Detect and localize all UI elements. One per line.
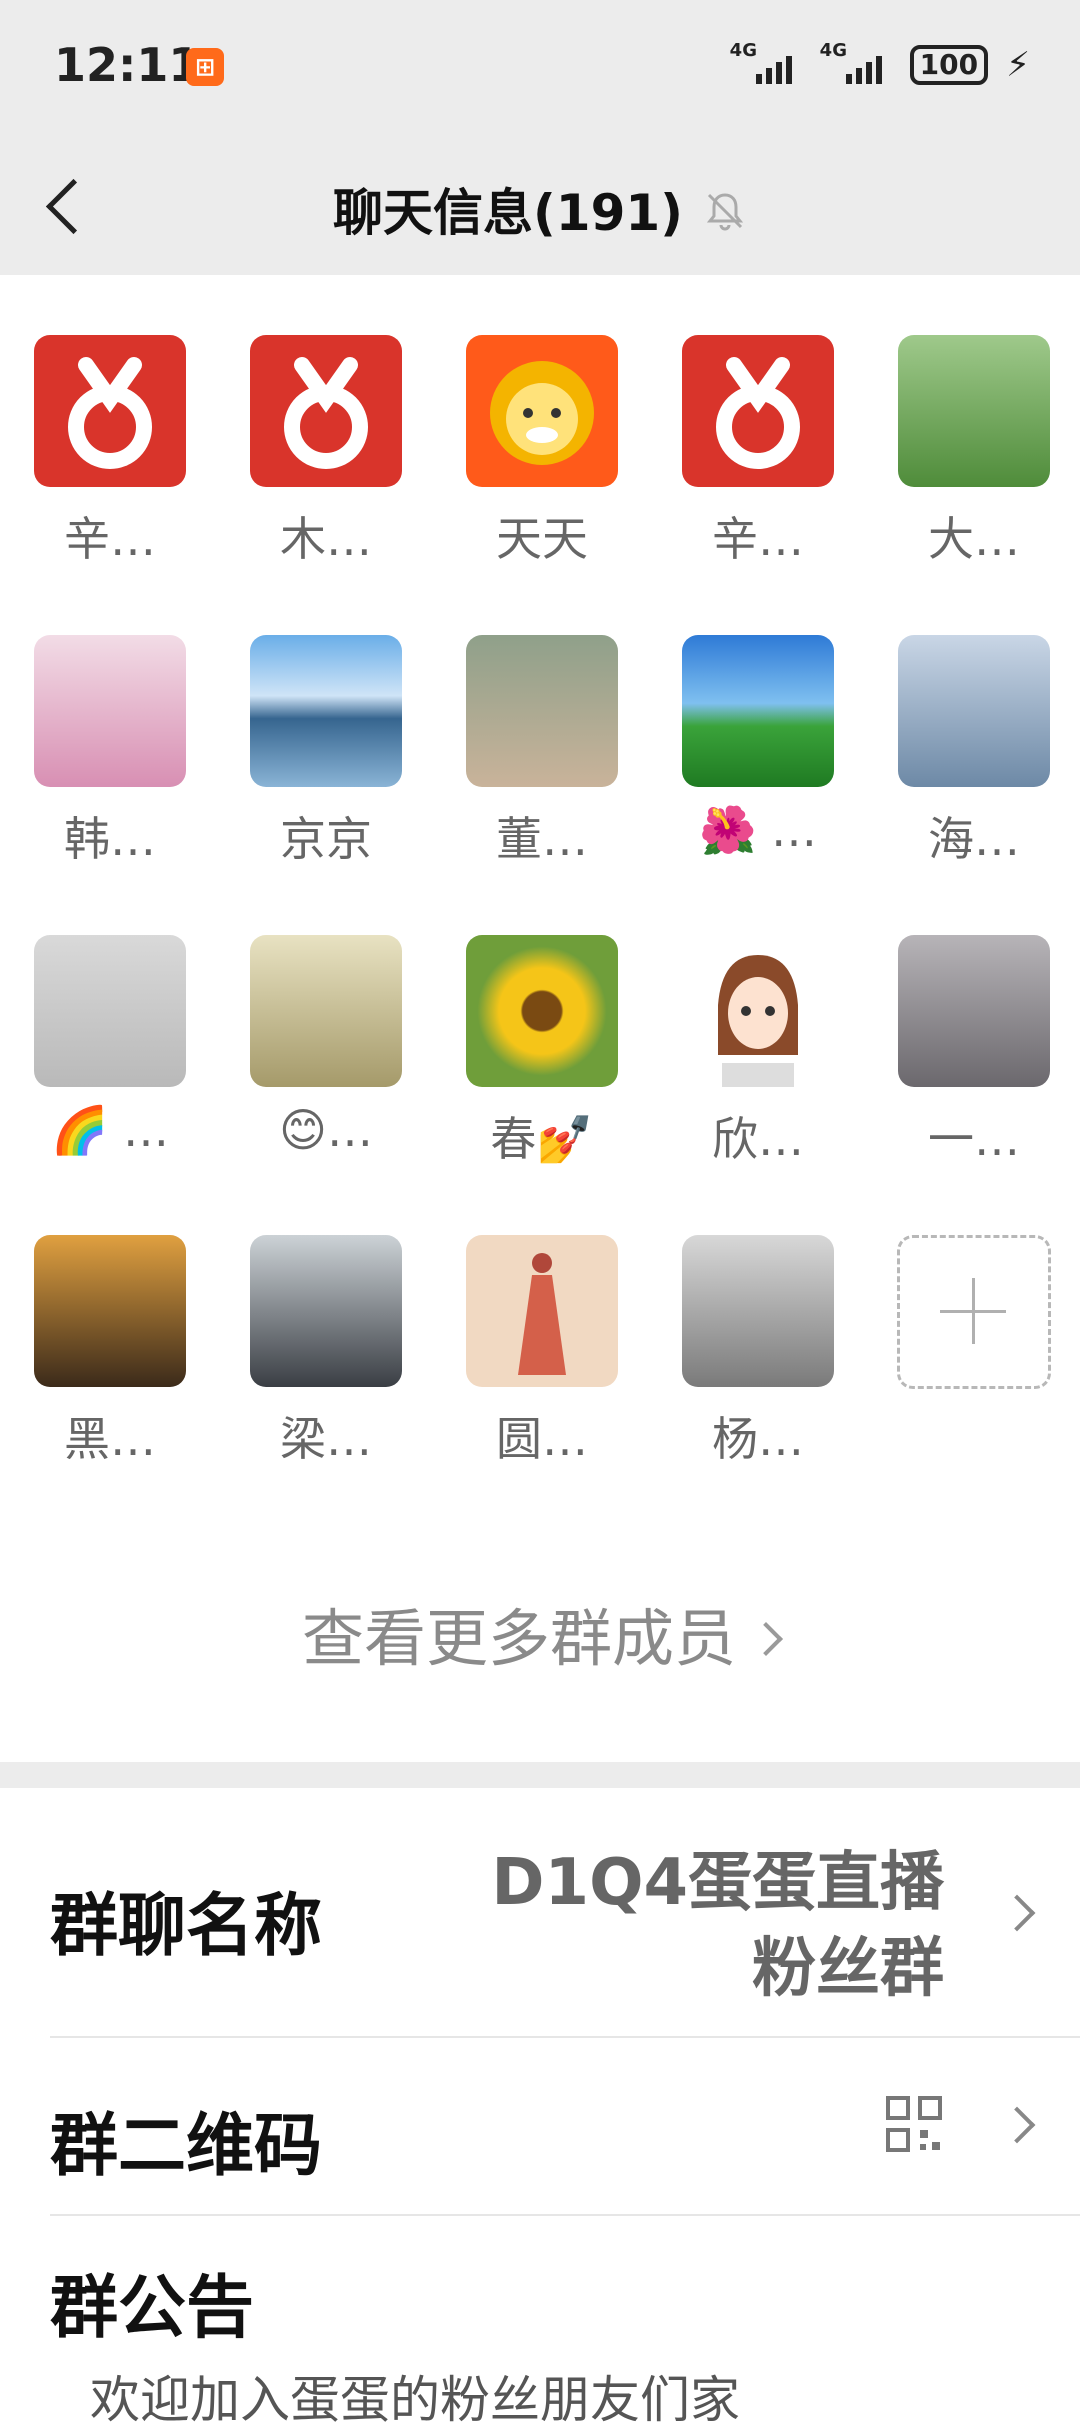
view-more-members-link[interactable]: 查看更多群成员: [0, 1588, 1080, 1678]
member-item[interactable]: 🌈 …: [30, 935, 190, 1158]
member-name: 春💅: [490, 1112, 594, 1166]
member-item[interactable]: 梁…: [246, 1235, 406, 1469]
status-bar: 12:11 ⊞ 4G 4G 100 ⚡: [0, 0, 1080, 135]
avatar: [898, 935, 1050, 1087]
avatar: [898, 335, 1050, 487]
avatar: [466, 935, 618, 1087]
member-name: 杨…: [712, 1412, 804, 1466]
avatar: [34, 1235, 186, 1387]
notification-app-icon: ⊞: [186, 48, 224, 86]
member-name: 韩…: [64, 812, 156, 866]
avatar: [250, 1235, 402, 1387]
avatar: [34, 635, 186, 787]
group-qr-label: 群二维码: [50, 2107, 323, 2186]
group-name-label: 群聊名称: [50, 1887, 323, 1966]
member-item[interactable]: 天天: [462, 335, 622, 569]
group-name-row[interactable]: 群聊名称 D1Q4蛋蛋直播 粉丝群: [50, 1846, 1036, 2006]
battery-icon: 100: [909, 45, 989, 85]
member-item[interactable]: 董…: [462, 635, 622, 869]
member-name: 大…: [928, 512, 1020, 566]
qr-code-icon: [884, 2094, 944, 2154]
avatar: [250, 935, 402, 1087]
member-name: 梁…: [280, 1412, 372, 1466]
member-item[interactable]: 欣…: [678, 935, 838, 1169]
member-name: 木…: [280, 512, 372, 566]
member-item[interactable]: 木…: [246, 335, 406, 569]
member-item[interactable]: 海…: [894, 635, 1054, 869]
member-name: 🌈 …: [51, 1103, 169, 1157]
avatar: [466, 1235, 618, 1387]
group-notice-preview: 欢迎加入蛋蛋的粉丝朋友们家: [90, 2371, 740, 2429]
member-item[interactable]: 🌺 …: [678, 635, 838, 858]
group-qr-row[interactable]: 群二维码: [50, 2090, 1036, 2190]
member-item[interactable]: 春💅: [462, 935, 622, 1169]
mute-bell-icon: [703, 187, 747, 231]
member-name: 海…: [928, 812, 1020, 866]
avatar: [34, 935, 186, 1087]
group-notice-row[interactable]: 群公告: [50, 2252, 1030, 2352]
member-name: 欣…: [712, 1112, 804, 1166]
member-item[interactable]: 杨…: [678, 1235, 838, 1469]
status-icons: 4G 4G 100 ⚡: [730, 40, 1030, 86]
member-item[interactable]: 辛…: [30, 335, 190, 569]
member-item[interactable]: 辛…: [678, 335, 838, 569]
member-item[interactable]: 大…: [894, 335, 1054, 569]
avatar: [898, 635, 1050, 787]
add-member-button[interactable]: [894, 1235, 1054, 1389]
signal-icon: 4G: [730, 40, 802, 86]
chevron-right-icon: [998, 2106, 1036, 2144]
avatar: [250, 335, 402, 487]
member-name: 🌺 …: [699, 803, 817, 857]
divider: [50, 2214, 1080, 2216]
section-divider: [0, 1762, 1080, 1788]
group-name-value: D1Q4蛋蛋直播 粉丝群: [491, 1846, 944, 2006]
avatar: [682, 1235, 834, 1387]
member-name: 京京: [280, 812, 372, 866]
member-item[interactable]: 圆…: [462, 1235, 622, 1469]
member-name: 圆…: [496, 1412, 588, 1466]
chevron-right-icon: [998, 1894, 1036, 1932]
divider: [50, 2036, 1080, 2038]
charging-icon: ⚡: [1006, 45, 1030, 85]
member-item[interactable]: 😊…: [246, 935, 406, 1157]
member-item[interactable]: 一…: [894, 935, 1054, 1169]
chevron-right-icon: [749, 1621, 783, 1656]
member-name: 辛…: [64, 512, 156, 566]
member-name: 天天: [496, 512, 588, 566]
member-name: 😊…: [279, 1103, 373, 1157]
avatar: [250, 635, 402, 787]
member-item[interactable]: 韩…: [30, 635, 190, 869]
signal-icon-2: 4G: [820, 40, 892, 86]
member-item[interactable]: 黑…: [30, 1235, 190, 1469]
member-item[interactable]: 京京: [246, 635, 406, 869]
avatar: [34, 335, 186, 487]
avatar: [682, 635, 834, 787]
avatar: [466, 635, 618, 787]
member-name: 黑…: [64, 1412, 156, 1466]
group-notice-label: 群公告: [50, 2269, 255, 2348]
avatar: [682, 935, 834, 1087]
member-name: 董…: [496, 812, 588, 866]
status-time: 12:11: [54, 38, 201, 92]
member-name: 一…: [928, 1112, 1020, 1166]
page-title: 聊天信息(191): [332, 184, 684, 242]
plus-icon: [897, 1235, 1051, 1389]
avatar: [466, 335, 618, 487]
member-name: 辛…: [712, 512, 804, 566]
avatar: [682, 335, 834, 487]
page-title-container: 聊天信息(191): [0, 173, 1080, 245]
nav-header: 聊天信息(191): [0, 135, 1080, 275]
